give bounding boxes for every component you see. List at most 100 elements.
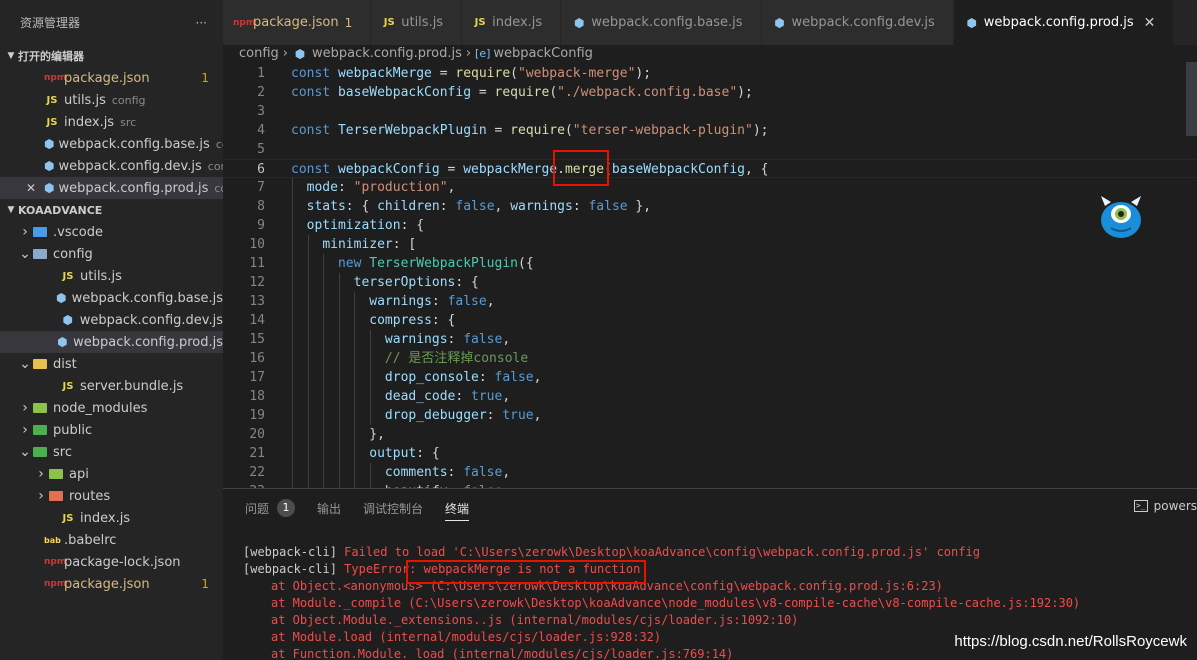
- indent-guide: [292, 406, 293, 425]
- tree-folder[interactable]: › .vscode: [0, 221, 223, 243]
- code-token: webpackMerge: [463, 162, 558, 177]
- code-line[interactable]: 21 output: {: [223, 444, 1197, 463]
- open-editors-header[interactable]: ▼ 打开的编辑器: [0, 45, 223, 67]
- indent-guide: [370, 387, 371, 406]
- tree-folder[interactable]: ⌄ config: [0, 243, 223, 265]
- editor-tab[interactable]: ⬢ webpack.config.base.js: [561, 0, 762, 45]
- panel-tab-label: 输出: [317, 501, 342, 516]
- shell-selector[interactable]: >_ powers: [1133, 499, 1197, 513]
- tree-folder[interactable]: ⌄ src: [0, 441, 223, 463]
- tab-badge: 1: [344, 15, 353, 30]
- code-line[interactable]: 9 optimization: {: [223, 216, 1197, 235]
- code-line[interactable]: 1 const webpackMerge = require("webpack-m…: [223, 64, 1197, 83]
- project-header[interactable]: ▼ KOAADVANCE: [0, 199, 223, 221]
- breadcrumb-file[interactable]: webpack.config.prod.js: [312, 46, 462, 61]
- tree-folder[interactable]: › api: [0, 463, 223, 485]
- code-line[interactable]: 14 compress: {: [223, 311, 1197, 330]
- tree-item-label: utils.js: [80, 268, 122, 284]
- tree-file[interactable]: ⬢ webpack.config.prod.js: [0, 331, 223, 353]
- indent-guide: [307, 368, 309, 387]
- close-icon[interactable]: ✕: [1144, 15, 1156, 31]
- code-token: ,: [502, 465, 511, 480]
- code-token: ({: [518, 256, 534, 271]
- editor-tab[interactable]: ⬢ webpack.config.dev.js: [761, 0, 954, 45]
- code-token: (: [549, 85, 558, 100]
- tree-file[interactable]: bab .babelrc: [0, 529, 223, 551]
- code-token: :: [439, 199, 456, 214]
- indent-guide: [323, 349, 325, 368]
- code-line[interactable]: 4 const TerserWebpackPlugin = require("te…: [223, 121, 1197, 140]
- line-number: 20: [249, 427, 265, 442]
- tree-file[interactable]: ⬢ webpack.config.dev.js: [0, 309, 223, 331]
- code-line[interactable]: 15 warnings: false,: [223, 330, 1197, 349]
- code-line[interactable]: 2 const baseWebpackConfig = require("./we…: [223, 83, 1197, 102]
- editor-tab[interactable]: JS utils.js: [371, 0, 463, 45]
- code-line[interactable]: 18 dead_code: true,: [223, 387, 1197, 406]
- tree-file[interactable]: ⬢ webpack.config.base.js: [0, 287, 223, 309]
- minimap-slider[interactable]: [1186, 62, 1197, 136]
- indent-guide: [323, 463, 325, 482]
- editor-tab[interactable]: JS index.js: [462, 0, 562, 45]
- code-token: , {: [744, 162, 769, 177]
- editor-tab[interactable]: ⬢ webpack.config.prod.js ✕: [953, 0, 1175, 45]
- code-token: :: [447, 465, 464, 480]
- panel-tab[interactable]: 终端: [445, 489, 470, 527]
- breadcrumb-folder[interactable]: config: [239, 46, 279, 61]
- code-line[interactable]: 3: [223, 102, 1197, 121]
- panel-tab[interactable]: 输出: [317, 489, 341, 527]
- indent-guide: [338, 425, 340, 444]
- mascot-icon: [1101, 196, 1141, 238]
- tree-folder[interactable]: › public: [0, 419, 223, 441]
- indent-guide: [292, 387, 293, 406]
- line-number: 17: [249, 370, 265, 385]
- open-editor-item[interactable]: JS utils.js config: [0, 89, 223, 111]
- code-editor[interactable]: 1 const webpackMerge = require("webpack-m…: [223, 62, 1197, 488]
- panel-tab[interactable]: 问题 1: [245, 489, 296, 527]
- tree-file[interactable]: JS utils.js: [0, 265, 223, 287]
- terminal-text: at Object.Module._extensions..js (intern…: [271, 613, 799, 627]
- code-line[interactable]: 20 },: [223, 425, 1197, 444]
- open-editor-item[interactable]: npm package.json 1: [0, 67, 223, 89]
- close-icon[interactable]: ✕: [26, 181, 36, 195]
- tree-folder[interactable]: › node_modules: [0, 397, 223, 419]
- code-line[interactable]: 13 warnings: false,: [223, 292, 1197, 311]
- code-line[interactable]: 8 stats: { children: false, warnings: fa…: [223, 197, 1197, 216]
- code-line[interactable]: 5: [223, 140, 1197, 159]
- code-token: ,: [502, 332, 511, 347]
- breadcrumb-symbol[interactable]: webpackConfig: [493, 46, 593, 61]
- code-token: new: [337, 256, 370, 271]
- code-line[interactable]: 10 minimizer: [: [223, 235, 1197, 254]
- code-line[interactable]: 11 new TerserWebpackPlugin({: [223, 254, 1197, 273]
- code-content: comments: false,: [291, 463, 510, 482]
- code-line[interactable]: 22 comments: false,: [223, 463, 1197, 482]
- open-editor-item[interactable]: JS index.js src: [0, 111, 223, 133]
- code-token: },: [369, 427, 385, 442]
- indent-guide: [323, 368, 325, 387]
- code-line[interactable]: 12 terserOptions: {: [223, 273, 1197, 292]
- tree-file[interactable]: npm package.json 1: [0, 573, 223, 595]
- tree-file[interactable]: JS server.bundle.js: [0, 375, 223, 397]
- code-line[interactable]: 19 drop_debugger: true,: [223, 406, 1197, 425]
- open-editor-item[interactable]: ✕ ⬢webpack.config.prod.js co...: [0, 177, 223, 199]
- open-editor-item[interactable]: ⬢webpack.config.dev.js con...: [0, 155, 223, 177]
- folder-icon: [33, 359, 47, 369]
- tree-file[interactable]: JS index.js: [0, 507, 223, 529]
- tree-file[interactable]: npm package-lock.json: [0, 551, 223, 573]
- tab-label: utils.js: [401, 15, 444, 30]
- open-editor-item[interactable]: ⬢webpack.config.base.js co...: [0, 133, 223, 155]
- code-line[interactable]: 16 // 是否注释掉console: [223, 349, 1197, 368]
- code-line[interactable]: 17 drop_console: false,: [223, 368, 1197, 387]
- code-line[interactable]: 7 mode: "production",: [223, 178, 1197, 197]
- code-line[interactable]: 6 const webpackConfig = webpackMerge.merg…: [223, 159, 1197, 178]
- tree-folder[interactable]: ⌄ dist: [0, 353, 223, 375]
- indent-guide: [307, 425, 309, 444]
- code-token: : {: [400, 218, 425, 233]
- tree-folder[interactable]: › routes: [0, 485, 223, 507]
- indent-guide: [292, 197, 293, 216]
- code-token: const: [291, 85, 338, 100]
- code-token: false: [463, 465, 503, 480]
- more-actions-icon[interactable]: ···: [196, 16, 207, 30]
- panel-tab[interactable]: 调试控制台: [363, 489, 423, 527]
- indent-guide: [307, 406, 309, 425]
- editor-tab[interactable]: npm package.json 1: [223, 0, 372, 45]
